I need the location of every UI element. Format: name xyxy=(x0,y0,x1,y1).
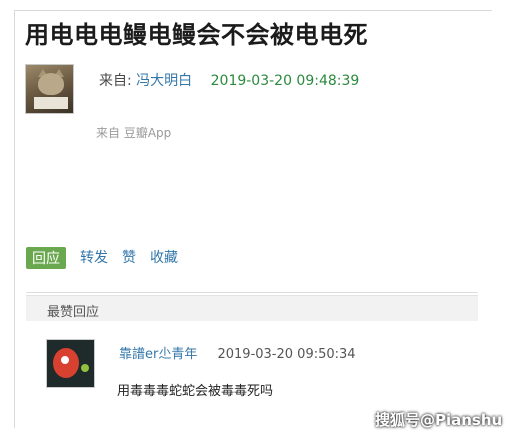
watermark: 搜狐号@Pianshu xyxy=(375,411,503,429)
avatar-dot xyxy=(81,364,89,372)
reply-text: 用毒毒毒蛇蛇会被毒毒死吗 xyxy=(117,384,274,399)
best-replies-header: 最赞回应 xyxy=(26,295,478,321)
avatar-cat-head xyxy=(38,73,64,95)
from-label: 来自: xyxy=(99,73,132,89)
page-title: 用电电电鳗电鳗会不会被电电死 xyxy=(25,21,368,49)
reply-timestamp: 2019-03-20 09:50:34 xyxy=(217,347,356,362)
collect-button[interactable]: 收藏 xyxy=(150,247,178,269)
post-meta: 来自: 冯大明白 2019-03-20 09:48:39 xyxy=(99,70,359,90)
best-replies-title: 最赞回应 xyxy=(47,305,100,320)
source-line: 来自 豆瓣App xyxy=(96,124,171,141)
like-button[interactable]: 赞 xyxy=(122,247,136,269)
avatar-eye xyxy=(61,356,69,364)
repost-button[interactable]: 转发 xyxy=(80,247,108,269)
reply-button[interactable]: 回应 xyxy=(26,247,66,269)
author-avatar[interactable] xyxy=(25,64,74,114)
source-text: 来自 豆瓣App xyxy=(96,126,172,140)
reply-meta: 靠譜er尐青年 2019-03-20 09:50:34 xyxy=(119,343,356,362)
post-timestamp: 2019-03-20 09:48:39 xyxy=(210,73,360,89)
divider xyxy=(26,292,478,293)
author-link[interactable]: 冯大明白 xyxy=(136,73,192,89)
action-bar: 回应 转发 赞 收藏 xyxy=(26,247,192,269)
reply-avatar[interactable] xyxy=(46,339,95,388)
reply-author-link[interactable]: 靠譜er尐青年 xyxy=(119,347,197,362)
avatar-sign xyxy=(34,97,68,109)
